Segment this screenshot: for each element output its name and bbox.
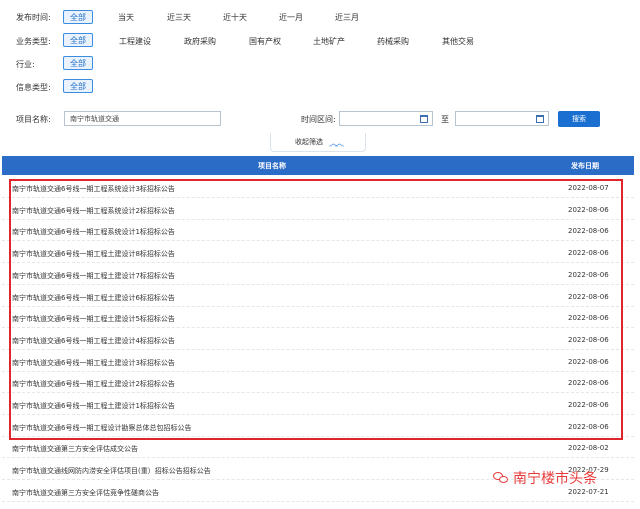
row-project-name-link[interactable]: 南宁市轨道交通6号线一期工程设计勘察总体总包招标公告 <box>12 423 191 433</box>
row-project-name-link[interactable]: 南宁市轨道交通6号线一期工程土建设计8标招标公告 <box>12 249 175 259</box>
row-publish-date: 2022-08-06 <box>568 292 609 301</box>
row-publish-date: 2022-08-06 <box>568 422 609 431</box>
row-publish-date: 2022-08-06 <box>568 401 609 409</box>
row-publish-date: 2022-07-21 <box>568 487 609 496</box>
collapse-filter-label: 收起筛选 <box>294 138 323 146</box>
column-header-project-name: 项目名称 <box>258 162 286 170</box>
row-project-name-link[interactable]: 南宁市轨道交通6号线一期工程系统设计1标招标公告 <box>12 227 175 237</box>
double-chevron-up-icon: ︿︿ <box>328 138 344 149</box>
row-project-name-link[interactable]: 南宁市轨道交通线网防内涝安全评估项目(重）招标公告招标公告 <box>12 466 211 476</box>
project-name-label: 项目名称: <box>16 115 51 124</box>
table-row[interactable]: 南宁市轨道交通6号线一期工程土建设计5标招标公告 2022-08-06 <box>2 307 634 329</box>
start-date-input[interactable] <box>339 111 433 126</box>
table-row[interactable]: 南宁市轨道交通6号线一期工程土建设计2标招标公告 2022-08-06 <box>2 372 634 394</box>
row-publish-date: 2022-08-06 <box>568 270 609 279</box>
industry-label: 行业: <box>16 60 35 69</box>
row-project-name-link[interactable]: 南宁市轨道交通第三方安全评估成交公告 <box>12 444 138 454</box>
to-label: 至 <box>441 115 449 124</box>
calendar-icon[interactable] <box>536 115 544 123</box>
table-row[interactable]: 南宁市轨道交通6号线一期工程系统设计1标招标公告 2022-08-06 <box>2 220 634 242</box>
table-row[interactable]: 南宁市轨道交通第三方安全评估成交公告 2022-08-02 <box>2 437 634 459</box>
row-publish-date: 2022-08-06 <box>568 205 609 214</box>
info-type-label: 信息类型: <box>16 83 51 92</box>
business-type-label: 业务类型: <box>16 37 51 46</box>
end-date-input[interactable] <box>455 111 549 126</box>
row-publish-date: 2022-08-06 <box>568 379 609 388</box>
row-project-name-link[interactable]: 南宁市轨道交通6号线一期工程系统设计2标招标公告 <box>12 206 175 216</box>
row-project-name-link[interactable]: 南宁市轨道交通第三方安全评估竞争性磋商公告 <box>12 488 159 498</box>
publish-time-option-1month[interactable]: 近一月 <box>279 12 303 23</box>
business-type-option-all[interactable]: 全部 <box>63 33 93 47</box>
table-row[interactable]: 南宁市轨道交通6号线一期工程土建设计1标招标公告 2022-08-06 <box>2 394 634 415</box>
row-publish-date: 2022-08-06 <box>568 249 609 258</box>
calendar-icon[interactable] <box>420 115 428 123</box>
row-publish-date: 2022-08-06 <box>568 357 609 366</box>
row-project-name-link[interactable]: 南宁市轨道交通6号线一期工程土建设计4标招标公告 <box>12 336 175 346</box>
business-type-option-drug-device[interactable]: 药械采购 <box>377 36 409 47</box>
table-row[interactable]: 南宁市轨道交通6号线一期工程土建设计6标招标公告 2022-08-06 <box>2 286 634 307</box>
publish-time-option-3months[interactable]: 近三月 <box>335 12 359 23</box>
publish-time-option-3days[interactable]: 近三天 <box>167 12 191 23</box>
table-row[interactable]: 南宁市轨道交通6号线一期工程系统设计3标招标公告 2022-08-07 <box>2 177 634 198</box>
business-type-option-state-property[interactable]: 国有产权 <box>249 36 281 47</box>
row-publish-date: 2022-08-06 <box>568 335 609 344</box>
info-type-option-all[interactable]: 全部 <box>63 79 93 93</box>
table-row[interactable]: 南宁市轨道交通6号线一期工程系统设计2标招标公告 2022-08-06 <box>2 199 634 220</box>
business-type-option-gov-procurement[interactable]: 政府采购 <box>184 36 216 47</box>
row-publish-date: 2022-08-06 <box>568 314 609 323</box>
row-publish-date: 2022-08-06 <box>568 227 609 236</box>
business-type-option-engineering[interactable]: 工程建设 <box>119 36 151 47</box>
collapse-filter-button[interactable]: 收起筛选 ︿︿ <box>270 133 366 152</box>
table-row[interactable]: 南宁市轨道交通6号线一期工程土建设计4标招标公告 2022-08-06 <box>2 329 634 350</box>
publish-time-label: 发布时间: <box>16 13 51 22</box>
row-project-name-link[interactable]: 南宁市轨道交通6号线一期工程土建设计5标招标公告 <box>12 314 175 324</box>
row-project-name-link[interactable]: 南宁市轨道交通6号线一期工程土建设计2标招标公告 <box>12 379 175 389</box>
publish-time-option-today[interactable]: 当天 <box>118 12 134 23</box>
table-row[interactable]: 南宁市轨道交通6号线一期工程设计勘察总体总包招标公告 2022-08-06 <box>2 416 634 437</box>
watermark-text: 南宁楼市头条 <box>513 471 597 487</box>
publish-time-option-all[interactable]: 全部 <box>63 10 93 24</box>
table-row[interactable]: 南宁市轨道交通6号线一期工程土建设计8标招标公告 2022-08-06 <box>2 242 634 264</box>
table-row[interactable]: 南宁市轨道交通6号线一期工程土建设计3标招标公告 2022-08-06 <box>2 351 634 372</box>
publish-time-option-10days[interactable]: 近十天 <box>223 12 247 23</box>
row-project-name-link[interactable]: 南宁市轨道交通6号线一期工程土建设计1标招标公告 <box>12 401 175 411</box>
time-range-label: 时间区间: <box>301 115 336 124</box>
column-header-publish-date: 发布日期 <box>571 162 599 170</box>
industry-option-all[interactable]: 全部 <box>63 56 93 70</box>
project-name-input[interactable] <box>64 111 221 126</box>
row-publish-date: 2022-08-07 <box>568 184 609 192</box>
table-header: 项目名称 发布日期 <box>2 156 634 175</box>
row-project-name-link[interactable]: 南宁市轨道交通6号线一期工程土建设计3标招标公告 <box>12 358 175 368</box>
row-project-name-link[interactable]: 南宁市轨道交通6号线一期工程系统设计3标招标公告 <box>12 184 175 194</box>
wechat-icon <box>493 471 509 485</box>
search-button[interactable]: 搜索 <box>558 111 600 127</box>
row-publish-date: 2022-08-02 <box>568 444 609 453</box>
row-project-name-link[interactable]: 南宁市轨道交通6号线一期工程土建设计7标招标公告 <box>12 271 175 281</box>
watermark: 南宁楼市头条 <box>493 468 597 488</box>
business-type-option-other[interactable]: 其他交易 <box>442 36 474 47</box>
row-project-name-link[interactable]: 南宁市轨道交通6号线一期工程土建设计6标招标公告 <box>12 293 175 303</box>
table-row[interactable]: 南宁市轨道交通6号线一期工程土建设计7标招标公告 2022-08-06 <box>2 264 634 285</box>
business-type-option-land-mineral[interactable]: 土地矿产 <box>313 36 345 47</box>
